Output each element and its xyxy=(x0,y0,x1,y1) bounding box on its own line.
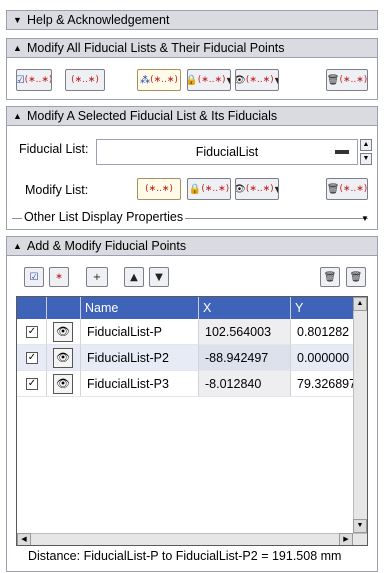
table-row[interactable]: ✓ 👁 FiducialList-P2 -88.942497 0.000000 xyxy=(17,345,367,371)
deselect-all-points-button[interactable]: ∗ xyxy=(49,267,69,287)
row-select-checkbox[interactable]: ✓ xyxy=(26,378,38,390)
delete-list-button[interactable]: 🗑 (∗..∗) xyxy=(326,178,368,200)
list-visibility-button[interactable]: (∗..∗) xyxy=(137,178,181,200)
eye-icon: 👁 xyxy=(236,184,246,195)
fiducial-points-table[interactable]: Name X Y ✓ 👁 FiducialList-P 102.564003 0… xyxy=(16,296,368,546)
all-lists-visibility-button[interactable]: ⁂ (∗..∗) xyxy=(137,69,181,91)
all-lists-lock-button[interactable]: 🔒(∗..∗)▼ xyxy=(187,69,231,91)
row-x[interactable]: 102.564003 xyxy=(199,319,291,345)
move-up-button[interactable]: ▲ xyxy=(124,267,144,287)
toggle-all-visible-button[interactable]: (∗..∗) xyxy=(65,69,105,91)
eye-icon[interactable]: 👁 xyxy=(53,348,73,368)
dropdown-bar-icon xyxy=(335,150,349,154)
scroll-up-arrow[interactable]: ▲ xyxy=(353,297,367,311)
scroll-down-arrow[interactable]: ▼ xyxy=(353,519,367,533)
list-lock-button[interactable]: 🔒 (∗..∗) xyxy=(187,178,231,200)
delete-all-lists-button[interactable]: 🗑 (∗..∗) xyxy=(326,69,368,91)
eye-icon[interactable]: 👁 xyxy=(53,374,73,394)
collapse-caret-icon: ▲ xyxy=(13,111,22,121)
eye-icon[interactable]: 👁 xyxy=(53,322,73,342)
table-header-x[interactable]: X xyxy=(199,297,291,319)
trash-icon: 🗑 xyxy=(326,74,340,86)
row-select-checkbox[interactable]: ✓ xyxy=(26,326,38,338)
table-header-visible[interactable] xyxy=(47,297,81,319)
table-header-name[interactable]: Name xyxy=(81,297,199,319)
add-modify-section-header[interactable]: ▲ Add & Modify Fiducial Points xyxy=(6,236,378,256)
modify-all-section-header[interactable]: ▲ Modify All Fiducial Lists & Their Fidu… xyxy=(6,38,378,58)
row-name[interactable]: FiducialList-P3 xyxy=(81,371,199,397)
collapse-caret-icon: ▼ xyxy=(13,15,22,25)
distance-readout: Distance: FiducialList-P to FiducialList… xyxy=(28,549,342,563)
vertical-scrollbar[interactable] xyxy=(353,297,367,533)
add-point-button[interactable]: + xyxy=(86,267,108,287)
all-lists-eye-button[interactable]: 👁(∗..∗)▼ xyxy=(235,69,279,91)
lock-icon: 🔒 xyxy=(188,75,198,86)
scroll-right-arrow[interactable]: ▶ xyxy=(339,533,353,545)
help-section-header[interactable]: ▼ Help & Acknowledgement xyxy=(6,10,378,30)
row-name[interactable]: FiducialList-P xyxy=(81,319,199,345)
modify-selected-section-title: Modify A Selected Fiducial List & Its Fi… xyxy=(27,109,278,123)
modify-all-section-title: Modify All Fiducial Lists & Their Fiduci… xyxy=(27,41,285,55)
help-section-title: Help & Acknowledgement xyxy=(27,13,170,27)
collapse-caret-icon: ▲ xyxy=(13,241,22,251)
select-all-points-button[interactable]: ☑ xyxy=(24,267,44,287)
collapse-caret-icon: ▲ xyxy=(13,43,22,53)
trash-icon: 🗑 xyxy=(326,183,340,195)
move-down-button[interactable]: ▼ xyxy=(149,267,169,287)
add-modify-section-title: Add & Modify Fiducial Points xyxy=(27,239,187,253)
list-spin-up-button[interactable]: ▲ xyxy=(360,139,372,151)
lock-icon: 🔒 xyxy=(188,183,202,195)
scroll-left-arrow[interactable]: ◀ xyxy=(17,533,31,545)
row-select-checkbox[interactable]: ✓ xyxy=(26,352,38,364)
trash-icon: 🗑 xyxy=(349,271,363,283)
delete-point-button[interactable]: 🗑 xyxy=(320,267,340,287)
other-props-toggle[interactable]: Other List Display Properties xyxy=(22,210,186,224)
row-name[interactable]: FiducialList-P2 xyxy=(81,345,199,371)
toggle-all-selected-button[interactable]: ☑ (∗..∗) xyxy=(16,69,52,91)
list-eye-button[interactable]: 👁(∗..∗)▼ xyxy=(235,178,279,200)
fiducial-list-selector[interactable]: FiducialList xyxy=(96,139,358,165)
chevron-down-icon[interactable]: ▼ xyxy=(361,214,369,223)
modify-selected-section-header[interactable]: ▲ Modify A Selected Fiducial List & Its … xyxy=(6,106,378,126)
plus-icon: + xyxy=(92,271,102,283)
table-header-select[interactable] xyxy=(17,297,47,319)
row-x[interactable]: -88.942497 xyxy=(199,345,291,371)
trash-icon: 🗑 xyxy=(323,271,337,283)
eye-icon: 👁 xyxy=(236,75,246,86)
list-spin-down-button[interactable]: ▼ xyxy=(360,153,372,165)
table-row[interactable]: ✓ 👁 FiducialList-P3 -8.012840 79.326897 xyxy=(17,371,367,397)
horizontal-scrollbar[interactable] xyxy=(17,533,367,545)
table-row[interactable]: ✓ 👁 FiducialList-P 102.564003 0.801282 xyxy=(17,319,367,345)
modify-list-label: Modify List: xyxy=(25,183,89,197)
row-x[interactable]: -8.012840 xyxy=(199,371,291,397)
fiducial-list-label: Fiducial List: xyxy=(19,142,89,156)
delete-all-points-button[interactable]: 🗑 xyxy=(346,267,366,287)
